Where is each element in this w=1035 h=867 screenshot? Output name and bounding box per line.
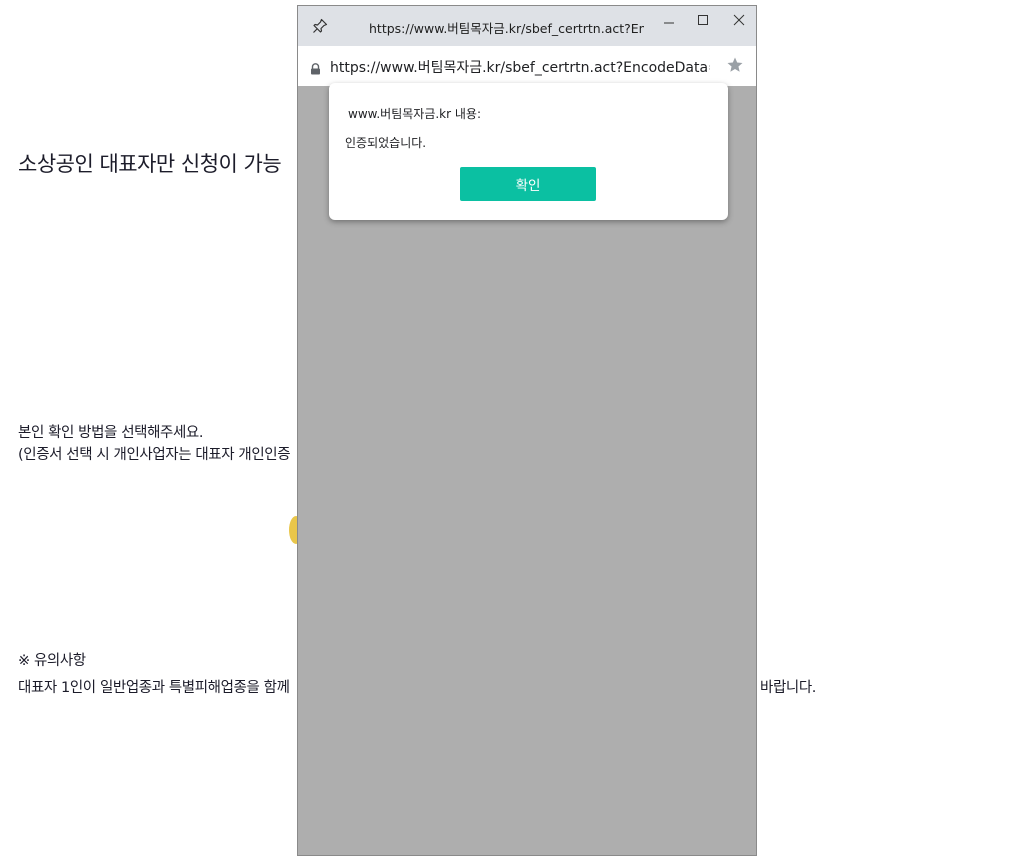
maximize-icon[interactable] (686, 6, 720, 34)
url-text[interactable]: https://www.버팀목자금.kr/sbef_certrtn.act?En… (330, 57, 710, 77)
notes-section: ※ 유의사항 대표자 1인이 일반업종과 특별피해업종을 함께 (18, 648, 290, 702)
page-title: 소상공인 대표자만 신청이 가능 (18, 152, 282, 176)
notes-heading: ※ 유의사항 (18, 653, 86, 669)
notes-tail: 바랍니다. (760, 680, 816, 696)
instruction-line-1: 본인 확인 방법을 선택해주세요. (18, 425, 204, 441)
address-bar[interactable]: https://www.버팀목자금.kr/sbef_certrtn.act?En… (298, 46, 756, 86)
dialog-origin: www.버팀목자금.kr 내용: (348, 107, 481, 121)
lock-icon[interactable] (310, 60, 321, 79)
minimize-icon[interactable] (652, 6, 686, 34)
screen: 소상공인 대표자만 신청이 가능 본인 확인 방법을 선택해주세요. (인증서 … (0, 0, 1035, 867)
popup-window: https://www.버팀목자금.kr/sbef_certrtn.act?En… (297, 5, 757, 856)
star-icon[interactable] (726, 56, 744, 78)
popup-titlebar[interactable]: https://www.버팀목자금.kr/sbef_certrtn.act?En… (298, 6, 756, 46)
dialog-message: 인증되었습니다. (345, 136, 427, 150)
ok-button[interactable]: 확인 (460, 167, 596, 201)
popup-title: https://www.버팀목자금.kr/sbef_certrtn.act?En… (369, 21, 644, 36)
identity-instruction: 본인 확인 방법을 선택해주세요. (인증서 선택 시 개인사업자는 대표자 개… (18, 422, 291, 466)
alert-dialog: www.버팀목자금.kr 내용: 인증되었습니다. 확인 (329, 83, 728, 220)
notes-line: 대표자 1인이 일반업종과 특별피해업종을 함께 (18, 680, 290, 696)
pin-icon[interactable] (311, 17, 329, 35)
instruction-line-2: (인증서 선택 시 개인사업자는 대표자 개인인증 (18, 447, 291, 463)
close-icon[interactable] (722, 6, 756, 34)
